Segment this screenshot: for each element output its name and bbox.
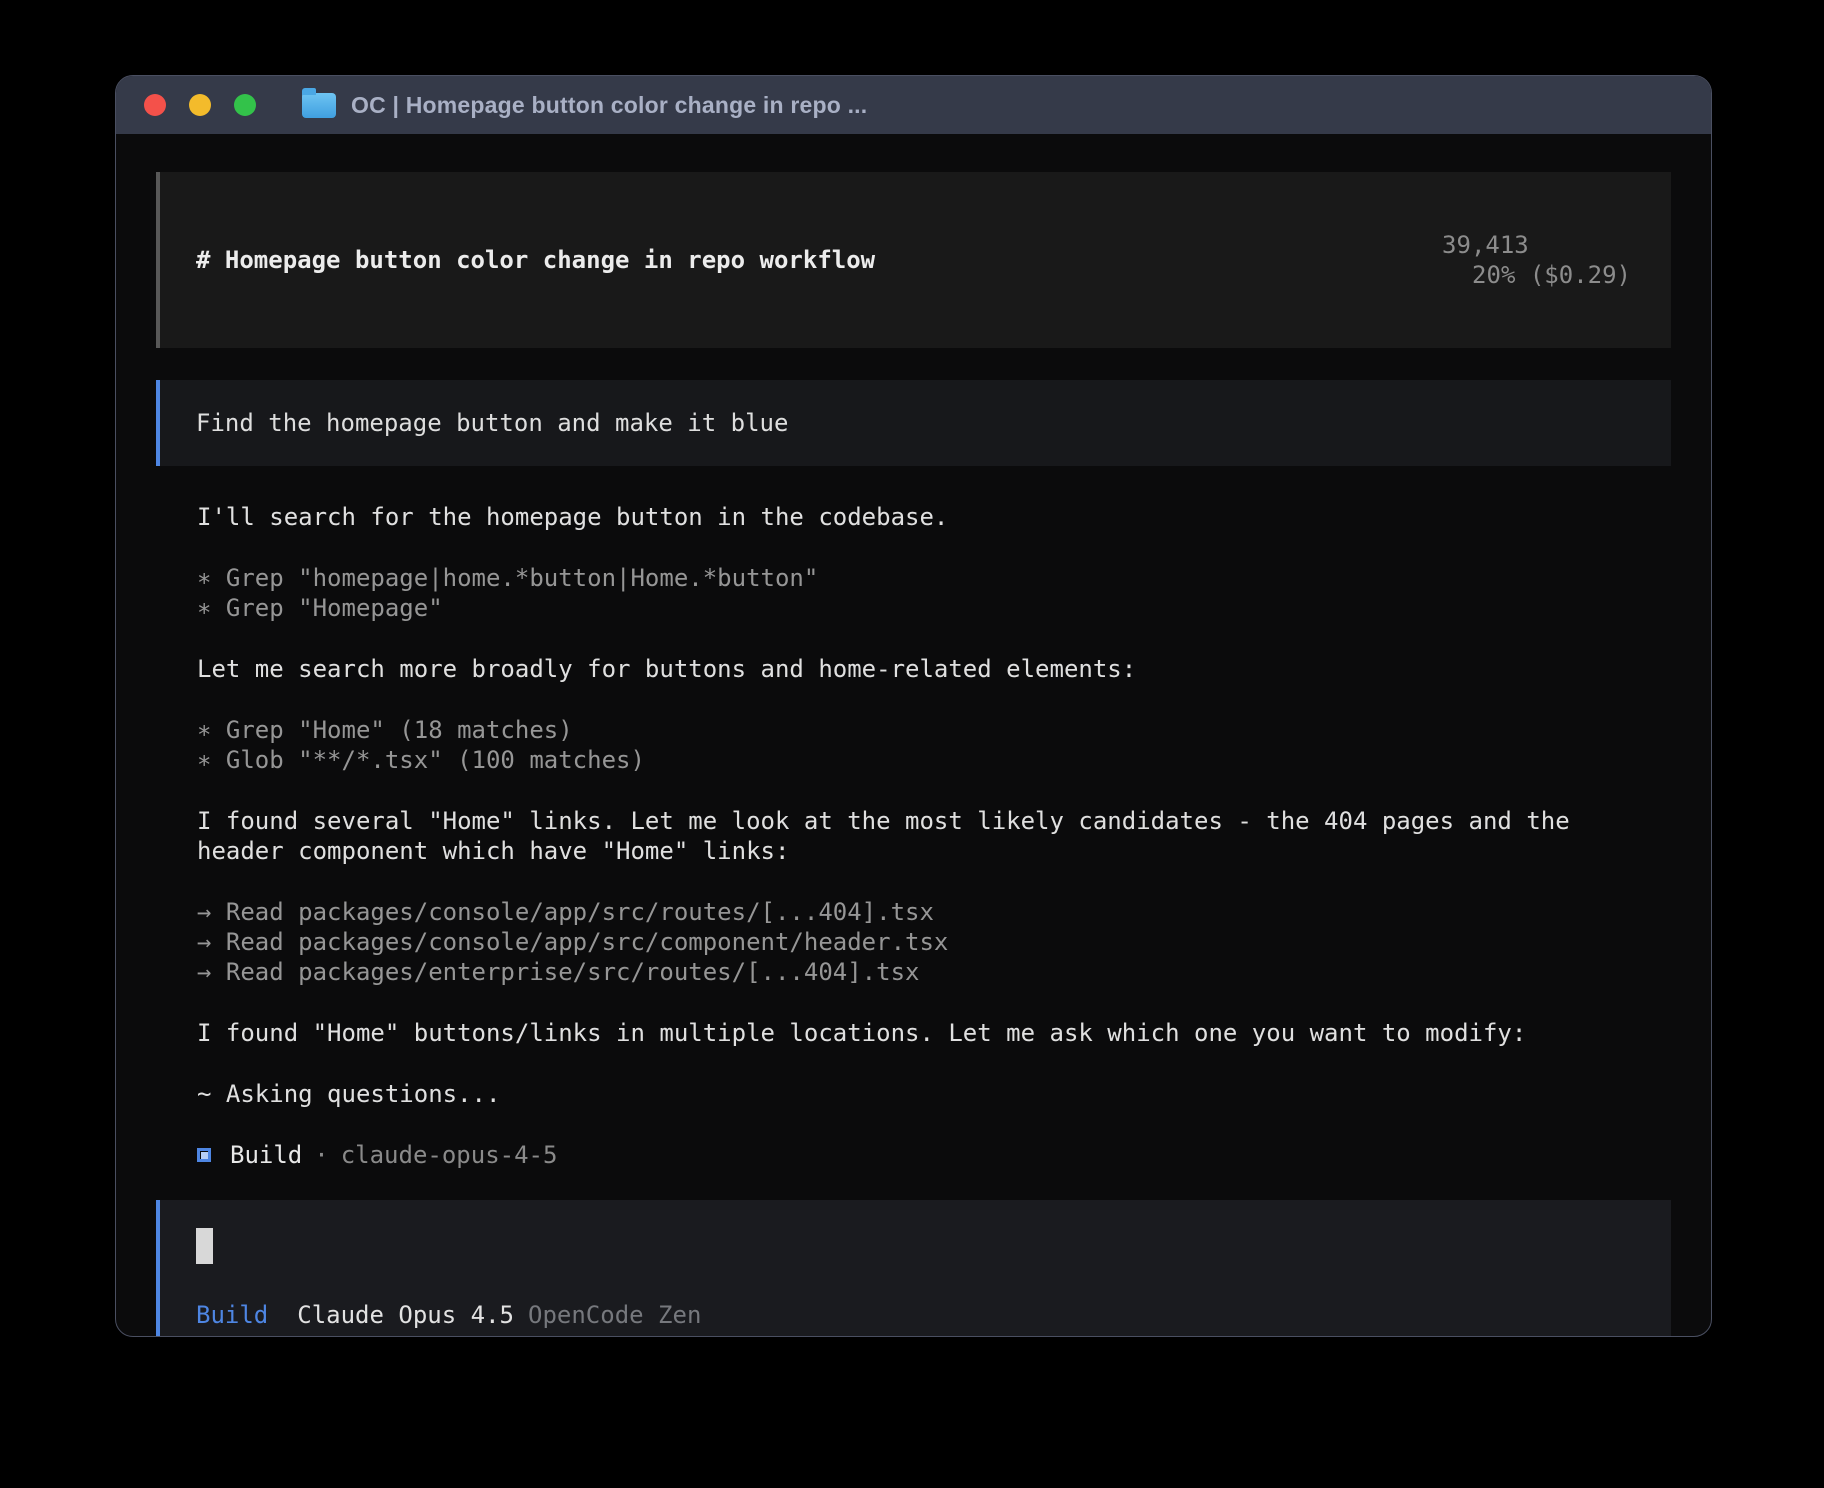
agent-build-icon: [197, 1148, 211, 1162]
session-stats: 39,413 20% ($0.29): [1326, 200, 1631, 320]
terminal-content: # Homepage button color change in repo w…: [116, 134, 1711, 1337]
user-message-text: Find the homepage button and make it blu…: [196, 409, 788, 437]
tool-call-read: → Read packages/console/app/src/routes/[…: [197, 897, 1633, 927]
tool-call-read: → Read packages/enterprise/src/routes/[.…: [197, 957, 1633, 987]
tool-call-glob: ∗ Glob "**/*.tsx" (100 matches): [197, 745, 1633, 775]
text-cursor: [196, 1228, 213, 1264]
tool-call-group: ∗ Grep "Home" (18 matches) ∗ Glob "**/*.…: [197, 715, 1633, 775]
zoom-button[interactable]: [234, 94, 256, 116]
titlebar[interactable]: OC | Homepage button color change in rep…: [116, 76, 1711, 134]
agent-name: Build: [230, 1140, 302, 1170]
user-message: Find the homepage button and make it blu…: [156, 380, 1671, 466]
close-button[interactable]: [144, 94, 166, 116]
prompt-input[interactable]: Build Claude Opus 4.5 OpenCode Zen: [156, 1200, 1671, 1337]
session-title: # Homepage button color change in repo w…: [196, 245, 875, 275]
tool-call-group: ∗ Grep "homepage|home.*button|Home.*butt…: [197, 563, 1633, 623]
tool-call-grep: ∗ Grep "Homepage": [197, 593, 1633, 623]
input-meta: Build Claude Opus 4.5 OpenCode Zen: [196, 1300, 1631, 1330]
window-title: OC | Homepage button color change in rep…: [351, 92, 867, 119]
agent-status-row: Build · claude-opus-4-5: [197, 1140, 1633, 1170]
minimize-button[interactable]: [189, 94, 211, 116]
assistant-text: I'll search for the homepage button in t…: [197, 502, 1633, 532]
tool-call-grep: ∗ Grep "homepage|home.*button|Home.*butt…: [197, 563, 1633, 593]
assistant-text: Let me search more broadly for buttons a…: [197, 654, 1633, 684]
agent-model: claude-opus-4-5: [341, 1140, 558, 1170]
assistant-transcript: I'll search for the homepage button in t…: [197, 502, 1633, 1170]
session-header: # Homepage button color change in repo w…: [156, 172, 1671, 348]
assistant-text: I found several "Home" links. Let me loo…: [197, 806, 1633, 866]
tool-call-read: → Read packages/console/app/src/componen…: [197, 927, 1633, 957]
token-count: 39,413: [1442, 231, 1529, 259]
tool-call-group: → Read packages/console/app/src/routes/[…: [197, 897, 1633, 987]
traffic-lights: [144, 94, 256, 116]
folder-icon: [302, 93, 336, 118]
model-label: Claude Opus 4.5: [297, 1300, 514, 1330]
tool-call-grep: ∗ Grep "Home" (18 matches): [197, 715, 1633, 745]
status-message: ~ Asking questions...: [197, 1079, 1633, 1109]
terminal-window: OC | Homepage button color change in rep…: [115, 75, 1712, 1337]
provider-label: OpenCode Zen: [528, 1300, 701, 1330]
assistant-text: I found "Home" buttons/links in multiple…: [197, 1018, 1633, 1048]
agent-separator: ·: [314, 1140, 328, 1170]
mode-label: Build: [196, 1300, 268, 1330]
context-cost: 20% ($0.29): [1472, 261, 1631, 289]
